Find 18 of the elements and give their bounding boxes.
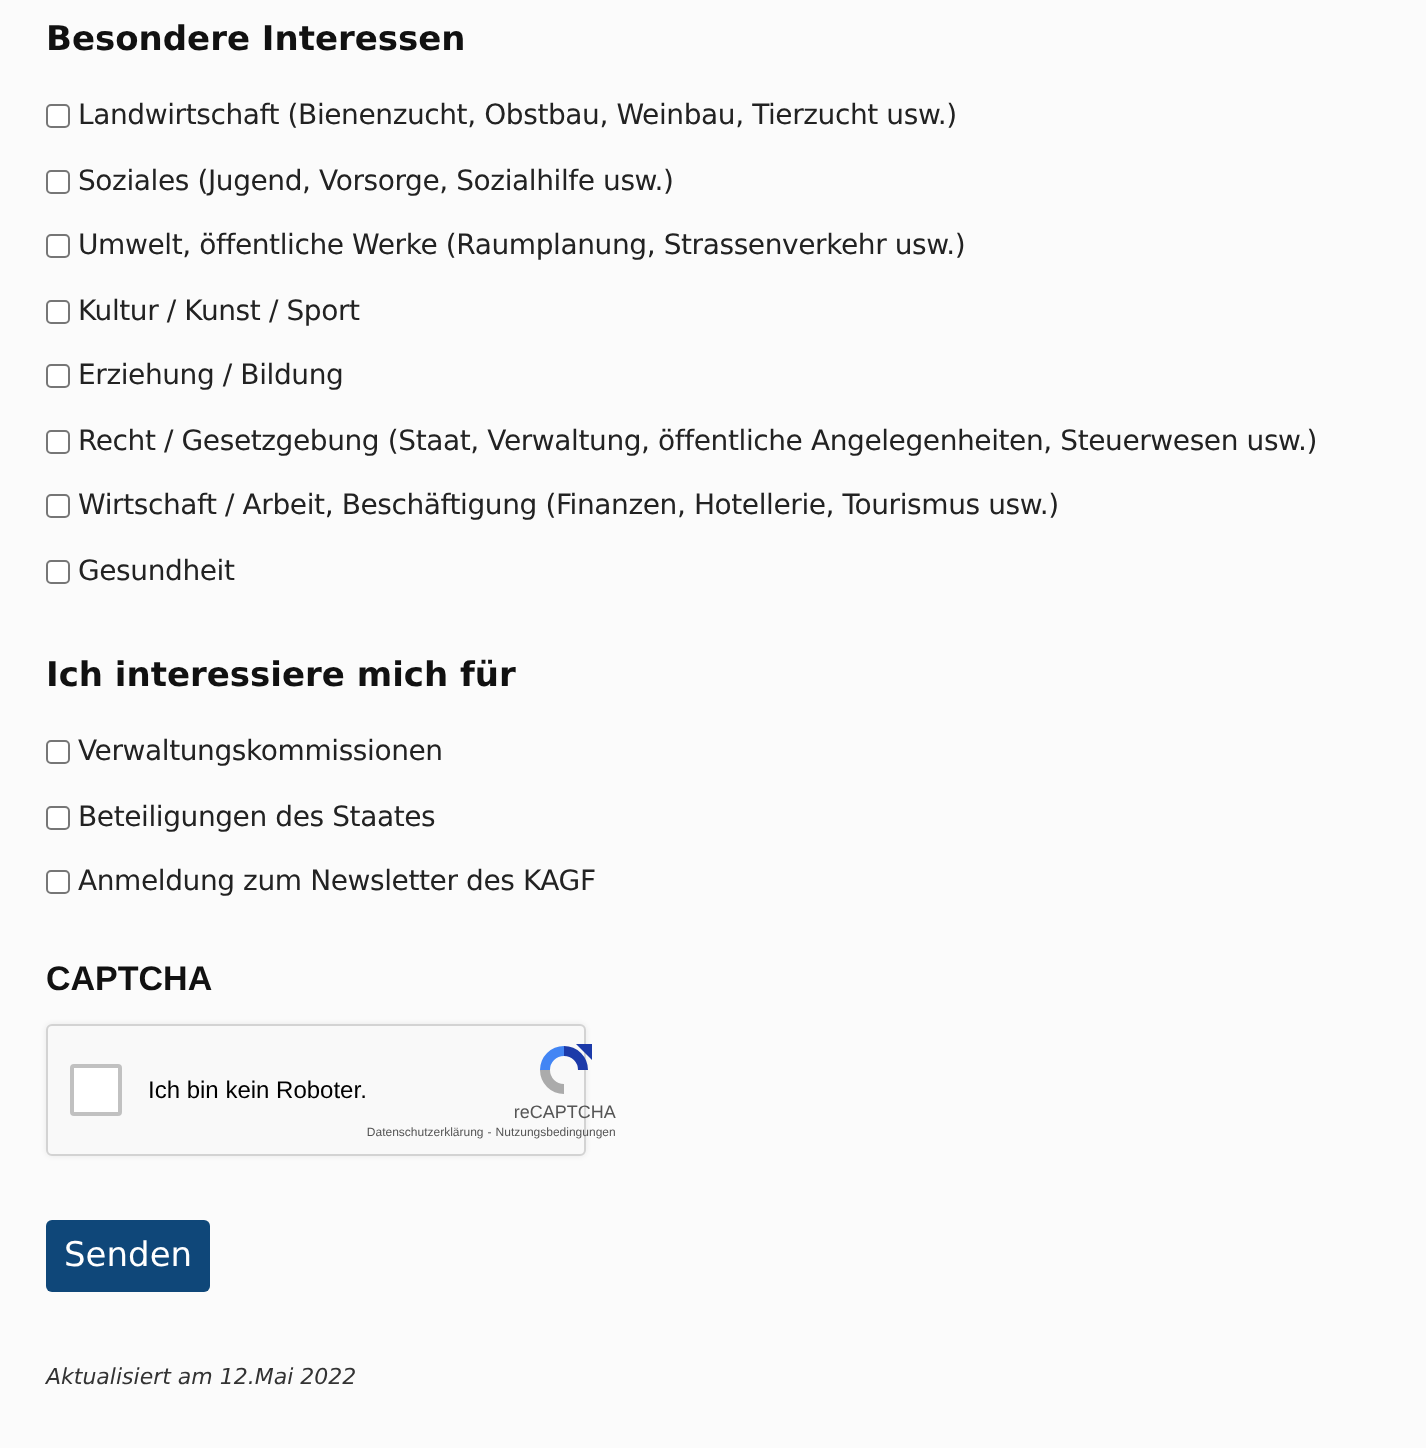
checkbox-label: Verwaltungskommissionen (78, 736, 443, 769)
checkbox-label: Landwirtschaft (Bienenzucht, Obstbau, Weinbau, Tierzucht usw.) (78, 100, 957, 133)
section-heading: CAPTCHA (46, 959, 213, 999)
checkbox-label: Kultur / Kunst / Sport (78, 295, 360, 328)
recaptcha-brand: reCAPTCHA (513, 1102, 616, 1122)
checkbox-label: Erziehung / Bildung (78, 360, 344, 393)
checkbox-label: Wirtschaft / Arbeit, Beschäftigung (Finanzen, Hotellerie, Tourismus usw.) (78, 490, 1059, 523)
send-button[interactable]: Senden (46, 1219, 211, 1291)
checkbox-label: Beteiligungen des Staates (78, 801, 436, 834)
checkbox-label: Soziales (Jugend, Vorsorge, Sozialhilfe usw.) (78, 165, 674, 198)
updated-note: Aktualisiert am 12.Mai 2022 (46, 1363, 357, 1389)
checkbox-label: Umwelt, öffentliche Werke (Raumplanung, Strassenverkehr usw.) (78, 230, 966, 263)
captcha-label: Ich bin kein Roboter. (148, 1075, 367, 1103)
checkbox-label: Gesundheit (78, 555, 235, 588)
section-heading: Ich interessiere mich für (46, 656, 516, 696)
section-heading: Besondere Interessen (46, 20, 466, 60)
checkbox-label: Anmeldung zum Newsletter des KAGF (78, 866, 596, 899)
checkbox-label: Recht / Gesetzgebung (Staat, Verwaltung, öffentliche Angelegenheiten, Steuerwesen usw.) (78, 425, 1318, 458)
